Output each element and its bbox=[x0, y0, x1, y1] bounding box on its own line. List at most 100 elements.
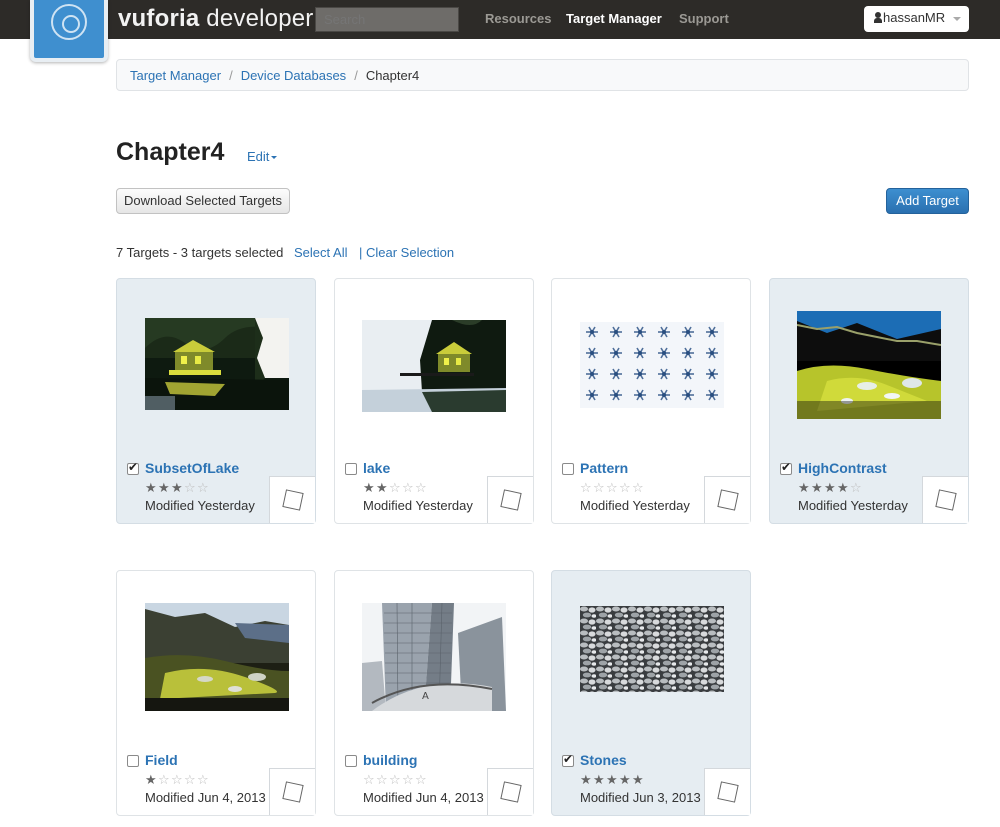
add-target-button[interactable]: Add Target bbox=[886, 188, 969, 214]
nav-link-support[interactable]: Support bbox=[679, 11, 729, 26]
star-empty-icon: ☆ bbox=[415, 772, 427, 787]
star-empty-icon: ☆ bbox=[197, 480, 209, 495]
top-navbar: vuforia developer Resources Target Manag… bbox=[0, 0, 1000, 39]
star-filled-icon: ★ bbox=[798, 480, 810, 495]
target-card[interactable]: Field ★☆☆☆☆ Modified Jun 4, 2013 bbox=[116, 570, 316, 816]
select-checkbox[interactable] bbox=[562, 463, 574, 475]
target-details-icon[interactable] bbox=[269, 768, 315, 815]
rating-stars: ☆☆☆☆☆ bbox=[580, 481, 645, 494]
page-title: Chapter4 bbox=[116, 138, 225, 166]
select-checkbox[interactable] bbox=[780, 460, 792, 475]
star-empty-icon: ☆ bbox=[389, 772, 401, 787]
target-name-link[interactable]: SubsetOfLake bbox=[145, 460, 239, 476]
target-details-icon[interactable] bbox=[704, 768, 750, 815]
target-name-link[interactable]: Stones bbox=[580, 752, 627, 768]
selection-info: 7 Targets - 3 targets selected bbox=[116, 245, 284, 260]
star-empty-icon: ☆ bbox=[402, 480, 414, 495]
rating-stars: ☆☆☆☆☆ bbox=[363, 773, 428, 786]
breadcrumb-device-databases[interactable]: Device Databases bbox=[241, 68, 347, 83]
star-filled-icon: ★ bbox=[376, 480, 388, 495]
breadcrumb-target-manager[interactable]: Target Manager bbox=[130, 68, 221, 83]
select-checkbox[interactable] bbox=[345, 755, 357, 767]
username-label: hassanMR bbox=[883, 10, 946, 25]
user-menu-button[interactable]: hassanMR bbox=[864, 6, 969, 32]
breadcrumb: Target Manager / Device Databases / Chapter4 bbox=[116, 59, 969, 91]
star-empty-icon: ☆ bbox=[593, 480, 605, 495]
star-filled-icon: ★ bbox=[619, 772, 631, 787]
download-selected-button[interactable]: Download Selected Targets bbox=[116, 188, 290, 214]
select-checkbox[interactable] bbox=[127, 755, 139, 767]
modified-date: Modified Jun 3, 2013 bbox=[580, 790, 701, 805]
target-name-link[interactable]: building bbox=[363, 752, 417, 768]
star-filled-icon: ★ bbox=[606, 772, 618, 787]
nav-link-resources[interactable]: Resources bbox=[485, 11, 551, 26]
select-all-link[interactable]: Select All bbox=[294, 245, 347, 260]
star-filled-icon: ★ bbox=[171, 480, 183, 495]
target-name-link[interactable]: HighContrast bbox=[798, 460, 887, 476]
star-filled-icon: ★ bbox=[811, 480, 823, 495]
modified-date: Modified Yesterday bbox=[580, 498, 690, 513]
target-card[interactable]: Pattern ☆☆☆☆☆ Modified Yesterday bbox=[551, 278, 751, 524]
user-icon bbox=[874, 12, 882, 23]
target-card[interactable]: Stones★★★★★Modified Jun 3, 2013 bbox=[551, 570, 751, 816]
select-checkbox[interactable] bbox=[562, 752, 574, 767]
target-details-icon[interactable] bbox=[704, 476, 750, 523]
target-details-icon[interactable] bbox=[487, 768, 533, 815]
select-checkbox[interactable] bbox=[127, 460, 139, 475]
target-name-link[interactable]: Field bbox=[145, 752, 178, 768]
target-name-link[interactable]: lake bbox=[363, 460, 390, 476]
target-card[interactable]: HighContrast★★★★☆Modified Yesterday bbox=[769, 278, 969, 524]
rating-stars: ★★★★☆ bbox=[798, 481, 863, 494]
target-card[interactable]: lake ★★☆☆☆ Modified Yesterday bbox=[334, 278, 534, 524]
star-empty-icon: ☆ bbox=[580, 480, 592, 495]
star-empty-icon: ☆ bbox=[632, 480, 644, 495]
star-empty-icon: ☆ bbox=[197, 772, 209, 787]
rating-stars: ★★★★★ bbox=[580, 773, 645, 786]
star-filled-icon: ★ bbox=[593, 772, 605, 787]
clear-selection-link[interactable]: | Clear Selection bbox=[359, 245, 454, 260]
star-filled-icon: ★ bbox=[363, 480, 375, 495]
modified-date: Modified Jun 4, 2013 bbox=[363, 790, 484, 805]
edit-dropdown[interactable]: Edit bbox=[247, 149, 278, 164]
star-filled-icon: ★ bbox=[158, 480, 170, 495]
target-name-link[interactable]: Pattern bbox=[580, 460, 628, 476]
star-empty-icon: ☆ bbox=[184, 480, 196, 495]
target-details-icon[interactable] bbox=[487, 476, 533, 523]
mountain-field-thumbnail[interactable] bbox=[145, 603, 289, 711]
star-empty-icon: ☆ bbox=[376, 772, 388, 787]
star-empty-icon: ☆ bbox=[171, 772, 183, 787]
star-filled-icon: ★ bbox=[837, 480, 849, 495]
mountain-field-high-contrast-thumbnail[interactable] bbox=[797, 311, 941, 419]
rating-stars: ★★☆☆☆ bbox=[363, 481, 428, 494]
lake-house-crop-thumbnail[interactable] bbox=[145, 318, 289, 410]
snowflake-pattern-thumbnail[interactable] bbox=[580, 322, 724, 408]
star-filled-icon: ★ bbox=[824, 480, 836, 495]
target-card[interactable]: A building ☆☆☆☆☆ Modified Jun 4, 2013 bbox=[334, 570, 534, 816]
star-filled-icon: ★ bbox=[580, 772, 592, 787]
target-details-icon[interactable] bbox=[269, 476, 315, 523]
tall-building-thumbnail[interactable]: A bbox=[362, 603, 506, 711]
modified-date: Modified Jun 4, 2013 bbox=[145, 790, 266, 805]
star-empty-icon: ☆ bbox=[389, 480, 401, 495]
target-details-icon[interactable] bbox=[922, 476, 968, 523]
select-checkbox[interactable] bbox=[345, 463, 357, 475]
star-empty-icon: ☆ bbox=[184, 772, 196, 787]
modified-date: Modified Yesterday bbox=[798, 498, 908, 513]
target-card[interactable]: SubsetOfLake★★★☆☆Modified Yesterday bbox=[116, 278, 316, 524]
lake-house-thumbnail[interactable] bbox=[362, 320, 506, 412]
rating-stars: ★☆☆☆☆ bbox=[145, 773, 210, 786]
gravel-stones-thumbnail[interactable] bbox=[580, 606, 724, 692]
star-empty-icon: ☆ bbox=[158, 772, 170, 787]
star-empty-icon: ☆ bbox=[363, 772, 375, 787]
chevron-down-icon bbox=[271, 156, 278, 159]
star-filled-icon: ★ bbox=[145, 772, 157, 787]
rating-stars: ★★★☆☆ bbox=[145, 481, 210, 494]
vuforia-logo[interactable] bbox=[30, 0, 108, 62]
nav-link-target-manager[interactable]: Target Manager bbox=[566, 11, 662, 26]
breadcrumb-current: Chapter4 bbox=[365, 68, 420, 83]
logo-icon bbox=[51, 4, 87, 40]
star-empty-icon: ☆ bbox=[850, 480, 862, 495]
star-filled-icon: ★ bbox=[632, 772, 644, 787]
search-input[interactable] bbox=[315, 7, 459, 32]
brand-name[interactable]: vuforia developer bbox=[118, 5, 314, 33]
